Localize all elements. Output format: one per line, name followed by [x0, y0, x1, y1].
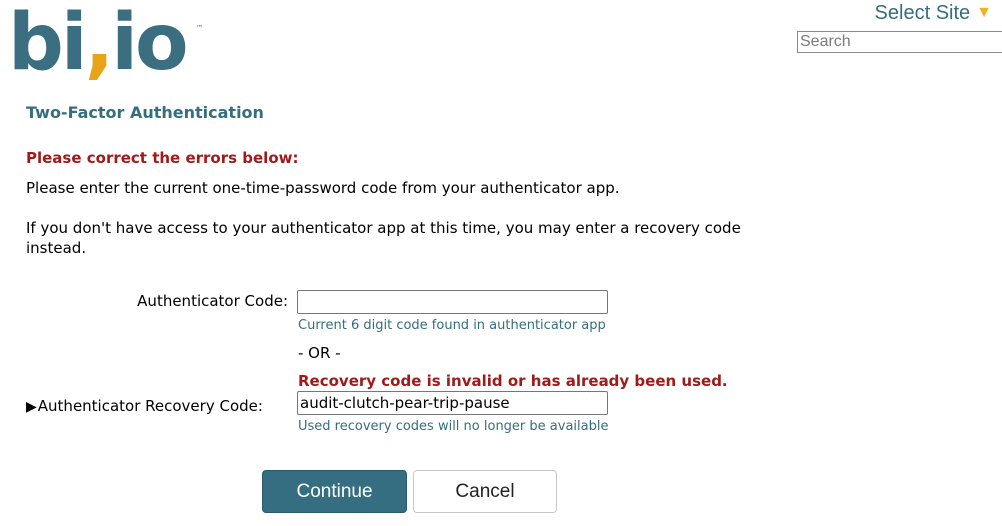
recovery-code-hint: Used recovery codes will no longer be av…: [298, 419, 609, 434]
or-separator: - OR -: [298, 344, 341, 362]
logo-trademark: ™: [196, 24, 203, 32]
authenticator-code-label: Authenticator Code:: [137, 292, 288, 310]
authenticator-code-input[interactable]: [297, 290, 608, 314]
recovery-code-input[interactable]: [297, 391, 608, 415]
search-input[interactable]: [797, 31, 1002, 53]
select-site-label: Select Site: [874, 2, 971, 24]
triangle-down-icon: ▼: [976, 4, 992, 21]
continue-button[interactable]: Continue: [262, 470, 407, 513]
recovery-code-error: Recovery code is invalid or has already …: [298, 372, 728, 390]
recovery-note-text: If you don't have access to your authent…: [26, 219, 741, 257]
cancel-button[interactable]: Cancel: [413, 470, 557, 513]
bivio-logo[interactable]: bi,io: [8, 0, 189, 88]
page-title: Two-Factor Authentication: [26, 103, 264, 122]
authenticator-code-hint: Current 6 digit code found in authentica…: [298, 318, 606, 333]
recovery-code-label-row[interactable]: ▶Authenticator Recovery Code:: [26, 396, 263, 417]
instructions-text: Please enter the current one-time-passwo…: [26, 179, 620, 197]
select-site-dropdown[interactable]: Select Site ▼: [875, 2, 992, 25]
triangle-right-icon[interactable]: ▶: [26, 399, 37, 415]
recovery-code-label: Authenticator Recovery Code:: [37, 397, 263, 415]
logo-comma: ,: [84, 0, 115, 88]
error-summary: Please correct the errors below:: [26, 149, 299, 167]
